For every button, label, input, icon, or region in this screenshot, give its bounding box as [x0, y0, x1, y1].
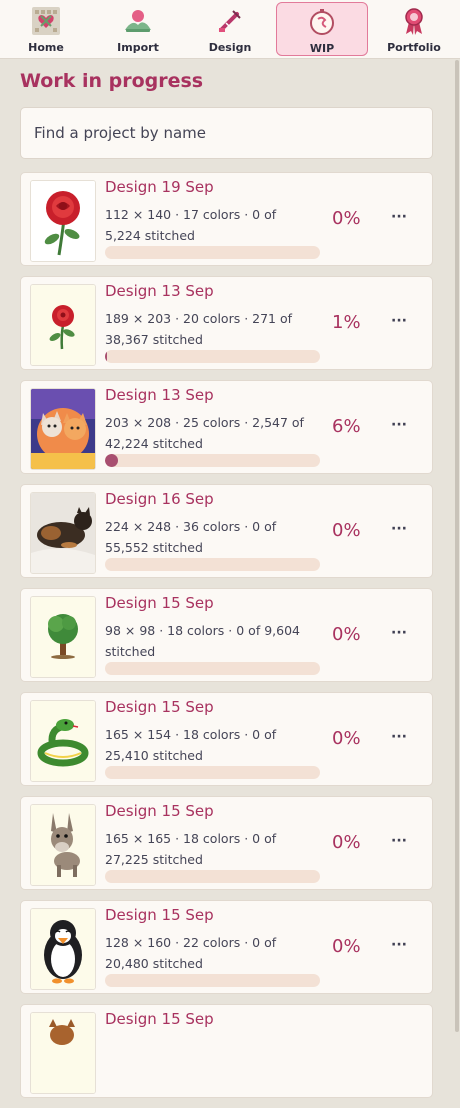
project-meta: 165 × 165 · 18 colors · 0 of 27,225 stit…: [105, 831, 277, 867]
project-thumbnail: [30, 1012, 96, 1094]
project-title: Design 15 Sep: [105, 698, 214, 716]
progress-bar: [105, 454, 320, 467]
progress-bar: [105, 870, 320, 883]
more-options-button[interactable]: ···: [391, 521, 407, 541]
project-title: Design 15 Sep: [105, 1010, 214, 1028]
more-options-button[interactable]: ···: [391, 313, 407, 333]
progress-bar: [105, 558, 320, 571]
import-hills-icon: [125, 10, 151, 32]
progress-percent: 0%: [332, 832, 361, 853]
progress-fill: [105, 454, 118, 467]
progress-percent: 0%: [332, 936, 361, 957]
green-tree-icon: [31, 597, 95, 677]
brown-animal-icon: [31, 1013, 95, 1093]
project-meta: 165 × 154 · 18 colors · 0 of 25,410 stit…: [105, 727, 277, 763]
more-options-button[interactable]: ···: [391, 833, 407, 853]
project-card[interactable]: Design 15 Sep 98 × 98 · 18 colors · 0 of…: [20, 588, 433, 682]
nav-wip[interactable]: WIP: [276, 2, 368, 56]
more-options-button[interactable]: ···: [391, 729, 407, 749]
progress-percent: 0%: [332, 520, 361, 541]
progress-percent: 0%: [332, 208, 361, 229]
project-title: Design 13 Sep: [105, 386, 214, 404]
more-options-button[interactable]: ···: [391, 417, 407, 437]
progress-percent: 6%: [332, 416, 361, 437]
project-card[interactable]: Design 16 Sep 224 × 248 · 36 colors · 0 …: [20, 484, 433, 578]
nav-label: Import: [117, 41, 159, 54]
project-title: Design 16 Sep: [105, 490, 214, 508]
project-title: Design 13 Sep: [105, 282, 214, 300]
red-rose-icon: [31, 181, 95, 261]
scrollbar[interactable]: [455, 60, 459, 1032]
progress-percent: 0%: [332, 624, 361, 645]
progress-fill: [105, 350, 107, 363]
project-thumbnail: [30, 700, 96, 782]
project-card[interactable]: Design 19 Sep 112 × 140 · 17 colors · 0 …: [20, 172, 433, 266]
project-thumbnail: [30, 388, 96, 470]
nav-home[interactable]: Home: [0, 0, 92, 58]
project-thumbnail: [30, 284, 96, 366]
more-options-button[interactable]: ···: [391, 625, 407, 645]
progress-bar: [105, 662, 320, 675]
project-card[interactable]: Design 15 Sep: [20, 1004, 433, 1098]
project-title: Design 15 Sep: [105, 594, 214, 612]
portfolio-ribbon-icon: [405, 8, 423, 35]
project-meta: 128 × 160 · 22 colors · 0 of 20,480 stit…: [105, 935, 277, 971]
progress-bar: [105, 974, 320, 987]
progress-bar: [105, 246, 320, 259]
project-list: Design 19 Sep 112 × 140 · 17 colors · 0 …: [20, 172, 433, 1108]
nav-label: Design: [208, 41, 252, 54]
home-grid-icon: [32, 7, 60, 35]
donkey-icon: [31, 805, 95, 885]
nav-label: Portfolio: [387, 41, 441, 54]
tortoiseshell-cat-icon: [31, 493, 95, 573]
project-card[interactable]: Design 15 Sep 165 × 154 · 18 colors · 0 …: [20, 692, 433, 786]
project-thumbnail: [30, 908, 96, 990]
wip-hoop-icon: [310, 9, 334, 35]
project-card[interactable]: Design 15 Sep 165 × 165 · 18 colors · 0 …: [20, 796, 433, 890]
project-meta: 203 × 208 · 25 colors · 2,547 of 42,224 …: [105, 415, 304, 451]
progress-bar: [105, 350, 320, 363]
more-options-button[interactable]: ···: [391, 937, 407, 957]
project-meta: 224 × 248 · 36 colors · 0 of 55,552 stit…: [105, 519, 277, 555]
project-thumbnail: [30, 596, 96, 678]
progress-percent: 1%: [332, 312, 361, 333]
project-title: Design 15 Sep: [105, 802, 214, 820]
progress-bar: [105, 766, 320, 779]
project-thumbnail: [30, 804, 96, 886]
project-meta: 189 × 203 · 20 colors · 271 of 38,367 st…: [105, 311, 293, 347]
small-red-rose-icon: [31, 285, 95, 365]
project-title: Design 19 Sep: [105, 178, 214, 196]
progress-percent: 0%: [332, 728, 361, 749]
nav-import[interactable]: Import: [92, 0, 184, 58]
project-meta: 98 × 98 · 18 colors · 0 of 9,604 stitche…: [105, 623, 300, 659]
search-input[interactable]: [20, 107, 433, 159]
project-thumbnail: [30, 180, 96, 262]
top-navigation: Home Import Design WIP Portfolio: [0, 0, 460, 59]
nav-label: WIP: [309, 42, 335, 55]
page-title: Work in progress: [20, 70, 204, 92]
green-snake-icon: [31, 701, 95, 781]
nav-design[interactable]: Design: [184, 0, 276, 58]
design-needle-icon: [219, 10, 241, 32]
nav-label: Home: [28, 41, 64, 54]
hugging-cats-icon: [31, 389, 95, 469]
project-card[interactable]: Design 13 Sep 189 × 203 · 20 colors · 27…: [20, 276, 433, 370]
nav-portfolio[interactable]: Portfolio: [368, 0, 460, 58]
penguin-icon: [31, 909, 95, 989]
more-options-button[interactable]: ···: [391, 209, 407, 229]
project-title: Design 15 Sep: [105, 906, 214, 924]
project-card[interactable]: Design 13 Sep 203 × 208 · 25 colors · 2,…: [20, 380, 433, 474]
project-meta: 112 × 140 · 17 colors · 0 of 5,224 stitc…: [105, 207, 277, 243]
project-card[interactable]: Design 15 Sep 128 × 160 · 22 colors · 0 …: [20, 900, 433, 994]
project-thumbnail: [30, 492, 96, 574]
